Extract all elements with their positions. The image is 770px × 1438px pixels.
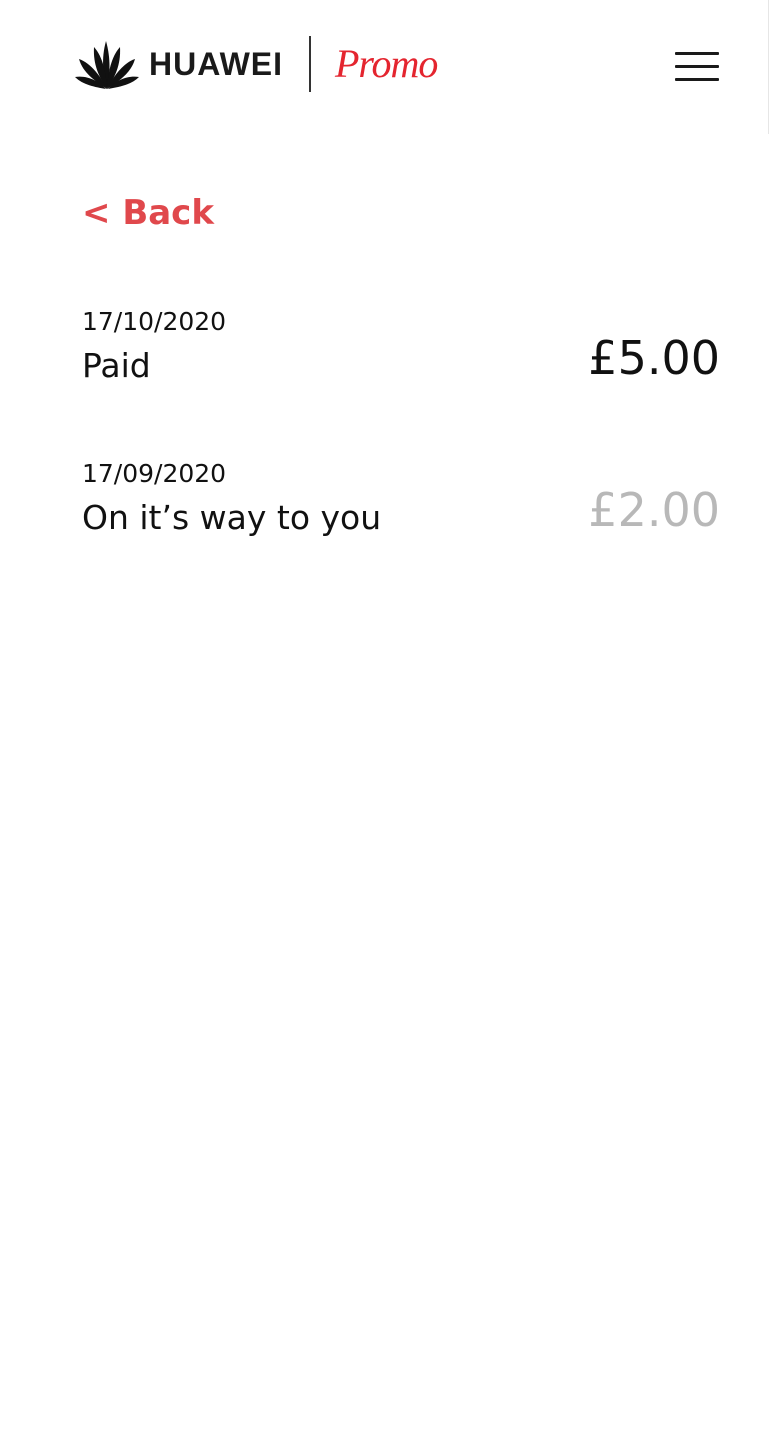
payment-status: On it’s way to you [82, 498, 382, 537]
payment-list: 17/10/2020 Paid £5.00 17/09/2020 On it’s… [82, 300, 720, 604]
promo-label: Promo [335, 41, 438, 86]
payment-date: 17/09/2020 [82, 459, 227, 488]
payment-row: 17/09/2020 On it’s way to you £2.00 [82, 452, 720, 604]
payment-date: 17/10/2020 [82, 307, 227, 336]
payment-status: Paid [82, 346, 151, 385]
menu-bar [675, 78, 719, 81]
payment-amount: £2.00 [588, 483, 720, 537]
brand-name: HUAWEI [149, 46, 283, 82]
huawei-petals-icon [75, 41, 139, 89]
payment-amount: £5.00 [588, 331, 720, 385]
back-link[interactable]: < Back [82, 190, 214, 236]
huawei-promo-logo[interactable]: HUAWEI Promo [73, 36, 438, 92]
logo-divider [309, 36, 311, 92]
payment-row: 17/10/2020 Paid £5.00 [82, 300, 720, 452]
menu-bar [675, 65, 719, 68]
site-header: HUAWEI Promo [0, 0, 770, 134]
menu-bar [675, 52, 719, 55]
hamburger-menu-icon[interactable] [673, 50, 721, 84]
